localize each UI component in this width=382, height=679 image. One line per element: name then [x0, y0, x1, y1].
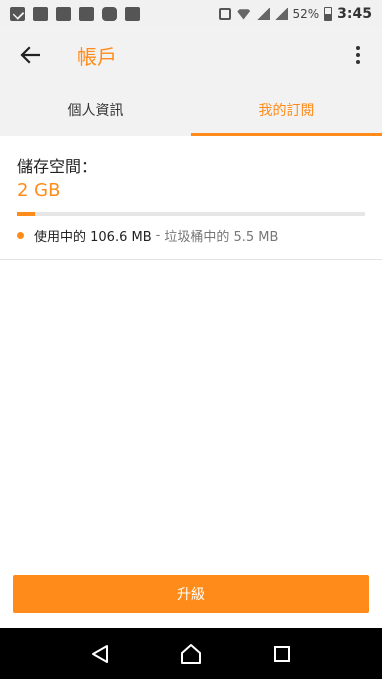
nav-back-button[interactable]: [85, 639, 115, 669]
image-icon: [56, 6, 71, 21]
storage-total: 2 GB: [17, 180, 61, 201]
facebook-icon: [125, 6, 140, 21]
tab-my-subscription[interactable]: 我的訂閱: [191, 83, 382, 136]
nav-home-icon: [180, 643, 201, 664]
tab-bar: 個人資訊 我的訂閱: [0, 83, 382, 136]
storage-progress-fill: [17, 212, 36, 216]
battery-icon: [324, 6, 333, 21]
app-bar: 帳戶: [0, 27, 382, 83]
nav-recents-icon: [273, 645, 290, 662]
storage-section: 儲存空間： 2 GB 使用中的 106.6 MB - 垃圾桶中的 5.5 MB: [0, 136, 382, 260]
status-bar: 52% 3:45: [0, 0, 382, 27]
trash-text: 垃圾桶中的 5.5 MB: [164, 230, 279, 245]
back-button[interactable]: [14, 39, 46, 71]
tab-personal-info[interactable]: 個人資訊: [0, 83, 191, 136]
more-vert-icon: [356, 46, 360, 50]
storage-usage: 使用中的 106.6 MB - 垃圾桶中的 5.5 MB: [17, 226, 278, 245]
usage-dot-icon: [17, 232, 24, 239]
app-icon: [102, 6, 117, 21]
notification-icon: [79, 6, 94, 21]
signal-icon-2: [274, 7, 288, 20]
page-title: 帳戶: [77, 45, 117, 69]
gmail-icon: [33, 6, 48, 21]
storage-progress-bar: [17, 212, 365, 216]
nav-home-button[interactable]: [176, 639, 206, 669]
signal-icon: [256, 7, 270, 20]
wifi-icon: [235, 9, 252, 20]
usage-separator: -: [155, 228, 161, 243]
more-options-button[interactable]: [346, 39, 370, 71]
storage-label: 儲存空間：: [17, 157, 98, 176]
back-arrow-icon: [20, 46, 40, 64]
upgrade-button[interactable]: 升級: [13, 575, 369, 613]
mail-icon: [10, 6, 25, 21]
battery-percent: 52%: [292, 6, 320, 21]
nav-back-icon: [92, 644, 109, 663]
system-nav-bar: [0, 628, 382, 679]
vibrate-icon: [218, 7, 231, 20]
used-text: 使用中的 106.6 MB: [34, 230, 152, 245]
clock: 3:45: [337, 5, 372, 22]
nav-recents-button[interactable]: [267, 639, 297, 669]
